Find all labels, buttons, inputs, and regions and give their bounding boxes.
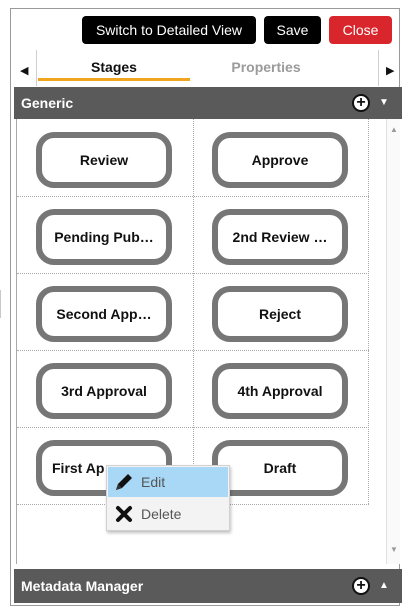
tab-stages[interactable]: Stages [38, 54, 190, 80]
save-button[interactable]: Save [264, 16, 321, 44]
grid-divider [17, 427, 369, 428]
menu-item-edit[interactable]: Edit [108, 467, 228, 497]
stage-grid: Review Approve Pending Pub… 2nd Review …… [17, 119, 369, 505]
active-tab-indicator [38, 78, 190, 81]
grid-divider [193, 119, 194, 504]
pencil-icon [111, 471, 137, 493]
tab-divider [378, 50, 379, 86]
stage-approve[interactable]: Approve [212, 132, 348, 188]
section-title: Generic [21, 95, 74, 111]
x-icon [111, 505, 137, 523]
stage-pending-pub[interactable]: Pending Pub… [36, 209, 172, 265]
tab-properties[interactable]: Properties [190, 54, 342, 80]
stage-second-app[interactable]: Second App… [36, 286, 172, 342]
caret-up-icon[interactable]: ▲ [379, 580, 389, 591]
scroll-down-icon[interactable]: ▼ [390, 545, 398, 554]
stage-3rd-approval[interactable]: 3rd Approval [36, 363, 172, 419]
stage-review[interactable]: Review [36, 132, 172, 188]
menu-item-label: Edit [141, 474, 166, 490]
stage-reject[interactable]: Reject [212, 286, 348, 342]
caret-right-icon[interactable]: ▶ [386, 64, 394, 77]
close-button[interactable]: Close [329, 16, 392, 44]
section-header-metadata-manager[interactable]: Metadata Manager + ▲ [14, 569, 402, 603]
section-header-generic[interactable]: Generic + ▼ [14, 87, 402, 119]
caret-down-icon[interactable]: ▼ [379, 97, 389, 108]
tab-divider [36, 50, 37, 86]
grid-divider [17, 196, 369, 197]
switch-to-detailed-view-button[interactable]: Switch to Detailed View [82, 16, 256, 44]
vertical-scrollbar[interactable]: ▲ ▼ [386, 119, 400, 564]
context-menu: Edit Delete [106, 465, 230, 531]
section-title: Metadata Manager [21, 578, 144, 594]
stage-2nd-review[interactable]: 2nd Review … [212, 209, 348, 265]
menu-item-label: Delete [141, 506, 182, 522]
resize-handle[interactable] [0, 290, 6, 318]
stage-4th-approval[interactable]: 4th Approval [212, 363, 348, 419]
menu-item-delete[interactable]: Delete [108, 499, 228, 529]
scroll-up-icon[interactable]: ▲ [390, 125, 398, 134]
stage-draft[interactable]: Draft [212, 440, 348, 496]
plus-circle-icon[interactable]: + [352, 94, 370, 112]
grid-divider [17, 350, 369, 351]
plus-circle-icon[interactable]: + [352, 577, 370, 595]
caret-left-icon[interactable]: ◀ [20, 64, 28, 77]
grid-divider [17, 273, 369, 274]
